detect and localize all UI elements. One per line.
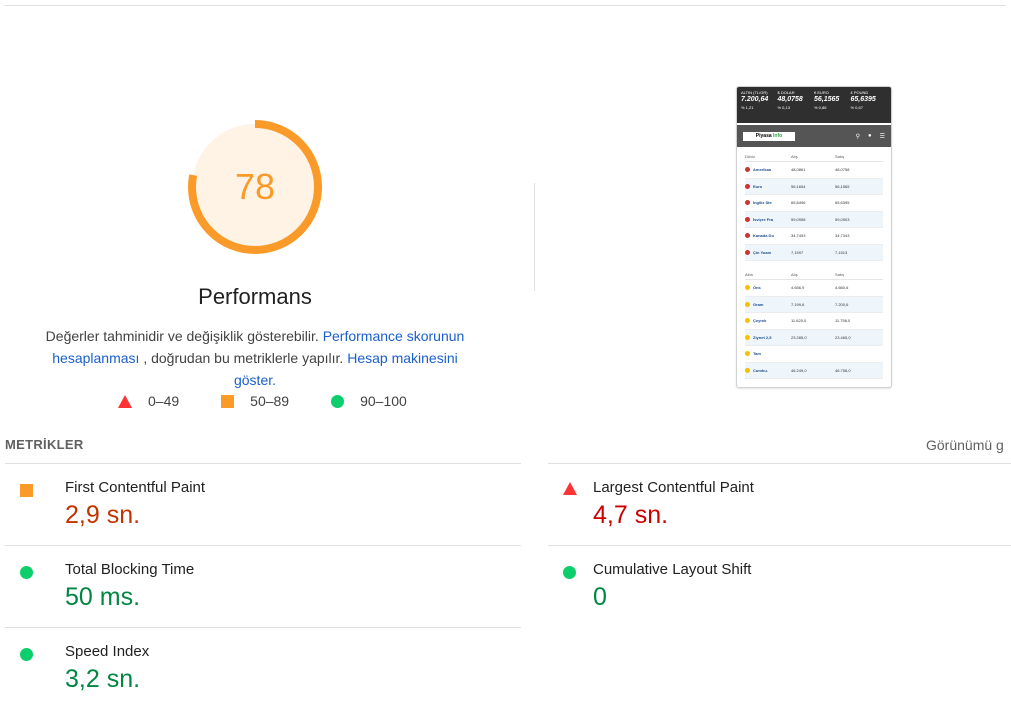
description-text-1: Değerler tahminidir ve değişiklik göster… [45,328,319,344]
description-text-2: , doğrudan bu metriklerle yapılır. [143,350,344,366]
average-square-icon [20,484,33,497]
thumb-table-row: Çeyrek 11.620,0 11.756,0 [745,313,883,330]
thumb-ticker-bar: ALTIN (TL/GR) 7.200,64% 1,21 $ DOLAR 48,07… [737,87,891,123]
performance-gauge[interactable]: 78 [186,118,324,256]
final-screenshot-thumbnail[interactable]: ALTIN (TL/GR) 7.200,64% 1,21 $ DOLAR 48,07… [736,86,892,388]
fail-triangle-icon [118,394,132,408]
flag-icon [745,167,750,173]
flag-icon [745,233,750,239]
metric-name: Total Blocking Time [65,561,195,578]
thumb-table-row: İngiliz Ste 65,6496 65,6395 [745,195,883,212]
pass-circle-icon [563,566,576,579]
thumb-ticker: £ POUND 65,6395% 0,67 [850,90,876,110]
category-title: Performans [198,284,312,309]
thumb-table-row: Çin Yuanı 7,1597 7,1513 [745,244,883,261]
gold-coin-icon [745,318,750,324]
metrics-divider [5,463,521,464]
view-toggle-button[interactable]: Görünümü g [926,437,1011,453]
metric-name: First Contentful Paint [65,479,206,496]
performance-score: 78 [234,166,276,207]
legend-label: 50–89 [250,393,290,409]
gold-coin-icon [745,285,750,291]
thumb-currency-table: Döviz Alış Satış Amerikan 48,0861 48,0758 E… [737,147,891,383]
legend-label: 90–100 [360,393,407,409]
legend-item-fail: 0–49 [118,393,179,409]
flag-icon [745,183,750,189]
legend-label: 0–49 [148,393,180,409]
vertical-divider [534,183,535,291]
flag-icon [745,249,750,255]
user-icon: ● [867,132,872,139]
metric-value: 0 [593,583,607,611]
metrics-divider [5,627,521,628]
metrics-heading: METRİKLER [5,437,84,452]
gold-coin-icon [745,334,750,340]
thumb-navbar: Piyasa Info ⚲ ● ☰ [737,125,891,147]
metrics-divider [5,545,521,546]
fail-triangle-icon [563,482,577,495]
flag-icon [745,216,750,222]
thumb-ticker: ALTIN (TL/GR) 7.200,64% 1,21 [741,90,769,110]
gold-coin-icon [745,301,750,307]
thumb-logo: Piyasa Info [743,131,795,141]
thumb-ticker: € EURO 56,1565% 0,86 [814,90,840,110]
thumb-table-row: Tam [745,346,883,363]
gold-coin-icon [745,351,750,357]
metric-name: Speed Index [65,643,150,660]
thumb-table-row: Gram 7.199,6 7.200,6 [745,296,883,313]
metric-name: Cumulative Layout Shift [593,561,752,578]
top-divider [5,5,1006,6]
thumb-table-row: Euro 56,1654 56,1565 [745,178,883,195]
pass-circle-icon [20,566,33,579]
metrics-divider [548,463,1011,464]
thumb-table-row: Kanada Do 34,7493 34,7343 [745,228,883,245]
thumb-table-row: Amerikan 48,0861 48,0758 [745,162,883,179]
score-description: Değerler tahminidir ve değişiklik göster… [30,325,480,391]
legend-item-average: 50–89 [221,393,289,409]
thumb-table-row: Ziynet 2,5 23.285,0 23.465,0 [745,329,883,346]
gold-coin-icon [745,367,750,373]
metrics-divider [548,545,1011,546]
legend-item-pass: 90–100 [331,393,407,409]
thumb-table-row: Cumhu. 46.249,0 46.758,0 [745,362,883,379]
search-icon: ⚲ [855,133,860,140]
pass-circle-icon [20,648,33,661]
metric-name: Largest Contentful Paint [593,479,754,496]
metric-value: 3,2 sn. [65,665,141,693]
menu-icon: ☰ [879,133,885,140]
metric-value: 50 ms. [65,583,141,611]
flag-icon [745,200,750,206]
thumb-table-row: Ons 4.656,9 4.660,6 [745,280,883,297]
average-square-icon [221,394,235,408]
pass-circle-icon [331,394,345,408]
thumb-table-row: İsviçre Fra 59,0958 59,0903 [745,211,883,228]
score-legend: 0–49 50–89 90–100 [118,393,443,409]
metric-value: 4,7 sn. [593,501,669,529]
metric-value: 2,9 sn. [65,501,141,529]
thumb-ticker: $ DOLAR 48,0758% 0,13 [777,90,803,110]
